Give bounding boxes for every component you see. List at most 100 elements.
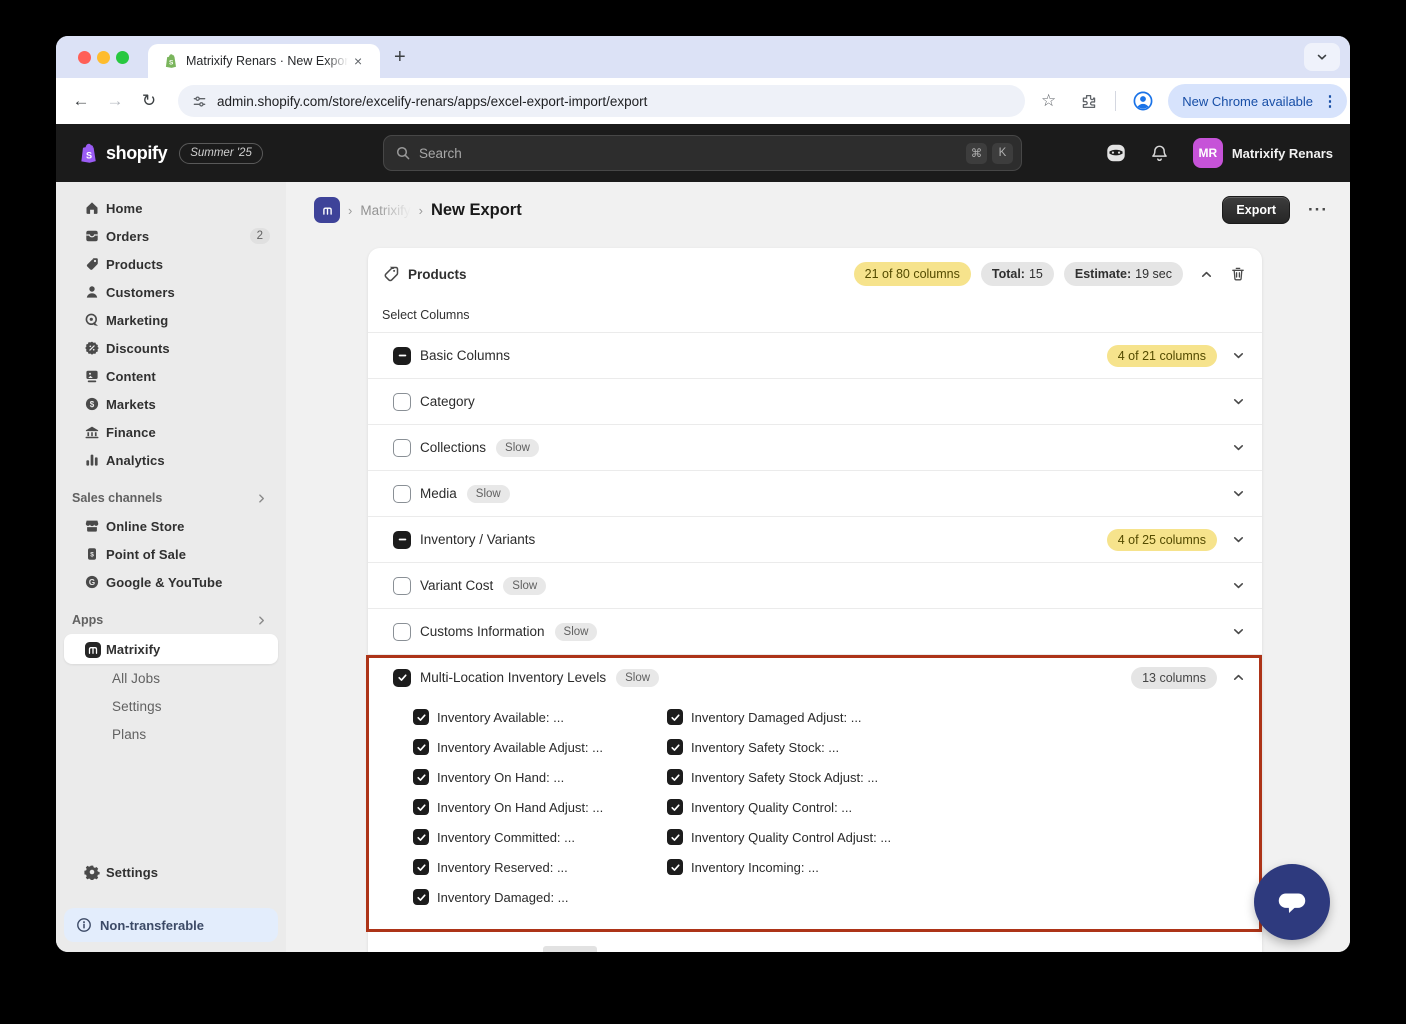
search-input[interactable]: Search ⌘ K <box>383 135 1022 171</box>
edition-badge[interactable]: Summer '25 <box>179 143 263 164</box>
chevron-down-icon[interactable] <box>1231 578 1246 593</box>
checkbox-checked[interactable] <box>413 799 429 815</box>
sidebar-item-discounts[interactable]: Discounts <box>64 334 278 362</box>
sidebar-item-home[interactable]: Home <box>64 194 278 222</box>
breadcrumb-app[interactable]: Matrixify <box>360 203 410 218</box>
checkbox-unchecked[interactable] <box>393 577 411 595</box>
sidebar-item-settings[interactable]: Settings <box>64 692 278 720</box>
sidebar-item-matrixify[interactable]: Matrixify <box>64 634 278 664</box>
checkbox-checked[interactable] <box>413 769 429 785</box>
checkbox-checked[interactable] <box>393 669 411 687</box>
column-row-multi-location-inventory-levels[interactable]: Multi-Location Inventory LevelsSlow13 co… <box>368 654 1262 700</box>
checkbox-unchecked[interactable] <box>393 393 411 411</box>
sidebar-section-apps[interactable]: Apps <box>64 606 278 634</box>
sidebar-item-point-of-sale[interactable]: $Point of Sale <box>64 540 278 568</box>
column-option-inventory-safety-stock[interactable]: Inventory Safety Stock: ... <box>667 732 891 762</box>
column-option-inventory-available[interactable]: Inventory Available: ... <box>413 702 667 732</box>
sidebar-item-marketing[interactable]: Marketing <box>64 306 278 334</box>
sidebar-item-finance[interactable]: Finance <box>64 418 278 446</box>
column-option-inventory-quality-control-adjust[interactable]: Inventory Quality Control Adjust: ... <box>667 822 891 852</box>
site-settings-icon[interactable] <box>192 94 207 109</box>
sidebar-item-all-jobs[interactable]: All Jobs <box>64 664 278 692</box>
new-tab-button[interactable]: + <box>394 46 406 69</box>
non-transferable-banner[interactable]: Non-transferable <box>64 908 278 942</box>
user-avatar[interactable]: MR <box>1193 138 1223 168</box>
column-row-variant-cost[interactable]: Variant CostSlow <box>368 562 1262 608</box>
checkbox-checked[interactable] <box>667 709 683 725</box>
sidebar-item-google-youtube[interactable]: GGoogle & YouTube <box>64 568 278 596</box>
column-option-inventory-quality-control[interactable]: Inventory Quality Control: ... <box>667 792 891 822</box>
checkbox-unchecked[interactable] <box>393 485 411 503</box>
export-button[interactable]: Export <box>1222 196 1290 224</box>
checkbox-unchecked[interactable] <box>393 623 411 641</box>
checkbox-checked[interactable] <box>667 799 683 815</box>
sidebar-section-sales-channels[interactable]: Sales channels <box>64 484 278 512</box>
sidebar-item-customers[interactable]: Customers <box>64 278 278 306</box>
column-option-inventory-on-hand[interactable]: Inventory On Hand: ... <box>413 762 667 792</box>
sidebar-item-products[interactable]: Products <box>64 250 278 278</box>
minimize-window-button[interactable] <box>97 51 110 64</box>
back-button[interactable]: ← <box>64 91 98 111</box>
column-option-inventory-available-adjust[interactable]: Inventory Available Adjust: ... <box>413 732 667 762</box>
tab-search-button[interactable] <box>1304 43 1340 71</box>
close-window-button[interactable] <box>78 51 91 64</box>
bookmark-star-icon[interactable]: ☆ <box>1041 91 1056 111</box>
column-row-customs-information[interactable]: Customs InformationSlow <box>368 608 1262 654</box>
chevron-down-icon[interactable] <box>1231 348 1246 363</box>
column-option-inventory-safety-stock-adjust[interactable]: Inventory Safety Stock Adjust: ... <box>667 762 891 792</box>
checkbox-checked[interactable] <box>667 769 683 785</box>
column-row-collections[interactable]: CollectionsSlow <box>368 424 1262 470</box>
reload-button[interactable]: ↻ <box>132 91 166 111</box>
column-row-category[interactable]: Category <box>368 378 1262 424</box>
more-menu-icon[interactable]: ··· <box>1308 200 1328 220</box>
column-option-inventory-on-hand-adjust[interactable]: Inventory On Hand Adjust: ... <box>413 792 667 822</box>
checkbox-indeterminate[interactable] <box>393 531 411 549</box>
chat-widget-button[interactable] <box>1254 864 1330 940</box>
checkbox-unchecked[interactable] <box>393 439 411 457</box>
sidebar-item-settings[interactable]: Settings <box>64 858 278 886</box>
notifications-bell-icon[interactable] <box>1150 144 1169 163</box>
profile-icon[interactable] <box>1132 90 1154 112</box>
sidebar-item-orders[interactable]: Orders2 <box>64 222 278 250</box>
sidebar-item-online-store[interactable]: Online Store <box>64 512 278 540</box>
browser-menu-icon[interactable]: ⋮ <box>1319 92 1341 110</box>
checkbox-checked[interactable] <box>413 829 429 845</box>
checkbox-checked[interactable] <box>413 739 429 755</box>
tab-close-icon[interactable]: × <box>354 54 362 68</box>
chevron-down-icon[interactable] <box>1231 624 1246 639</box>
chevron-down-icon[interactable] <box>1231 394 1246 409</box>
url-bar[interactable]: admin.shopify.com/store/excelify-renars/… <box>178 85 1025 117</box>
chevron-down-icon[interactable] <box>1231 440 1246 455</box>
checkbox-checked[interactable] <box>667 739 683 755</box>
sidebar-item-content[interactable]: Content <box>64 362 278 390</box>
checkbox-indeterminate[interactable] <box>393 347 411 365</box>
sidekick-assistant-icon[interactable] <box>1104 141 1128 165</box>
checkbox-checked[interactable] <box>413 889 429 905</box>
sidebar-item-markets[interactable]: $Markets <box>64 390 278 418</box>
chevron-down-icon[interactable] <box>1231 486 1246 501</box>
extensions-icon[interactable] <box>1080 93 1097 110</box>
collapse-chevron-up-icon[interactable] <box>1199 267 1214 282</box>
checkbox-checked[interactable] <box>667 829 683 845</box>
maximize-window-button[interactable] <box>116 51 129 64</box>
sidebar-item-analytics[interactable]: Analytics <box>64 446 278 474</box>
column-row-basic-columns[interactable]: Basic Columns4 of 21 columns <box>368 332 1262 378</box>
column-option-inventory-committed[interactable]: Inventory Committed: ... <box>413 822 667 852</box>
trash-icon[interactable] <box>1230 266 1246 282</box>
column-option-inventory-damaged-adjust[interactable]: Inventory Damaged Adjust: ... <box>667 702 891 732</box>
column-row-inventory-variants[interactable]: Inventory / Variants4 of 25 columns <box>368 516 1262 562</box>
chrome-update-button[interactable]: New Chrome available ⋮ <box>1168 84 1347 118</box>
checkbox-checked[interactable] <box>667 859 683 875</box>
checkbox-checked[interactable] <box>413 859 429 875</box>
column-row-media[interactable]: MediaSlow <box>368 470 1262 516</box>
column-option-inventory-reserved[interactable]: Inventory Reserved: ... <box>413 852 667 882</box>
chevron-up-icon[interactable] <box>1231 670 1246 685</box>
chevron-down-icon[interactable] <box>1231 532 1246 547</box>
forward-button[interactable]: → <box>98 91 132 111</box>
sidebar-item-plans[interactable]: Plans <box>64 720 278 748</box>
browser-tab[interactable]: S Matrixify Renars · New Export × <box>148 44 380 78</box>
matrixify-app-icon[interactable] <box>314 197 340 223</box>
checkbox-checked[interactable] <box>413 709 429 725</box>
column-option-inventory-damaged[interactable]: Inventory Damaged: ... <box>413 882 667 912</box>
column-option-inventory-incoming[interactable]: Inventory Incoming: ... <box>667 852 891 882</box>
